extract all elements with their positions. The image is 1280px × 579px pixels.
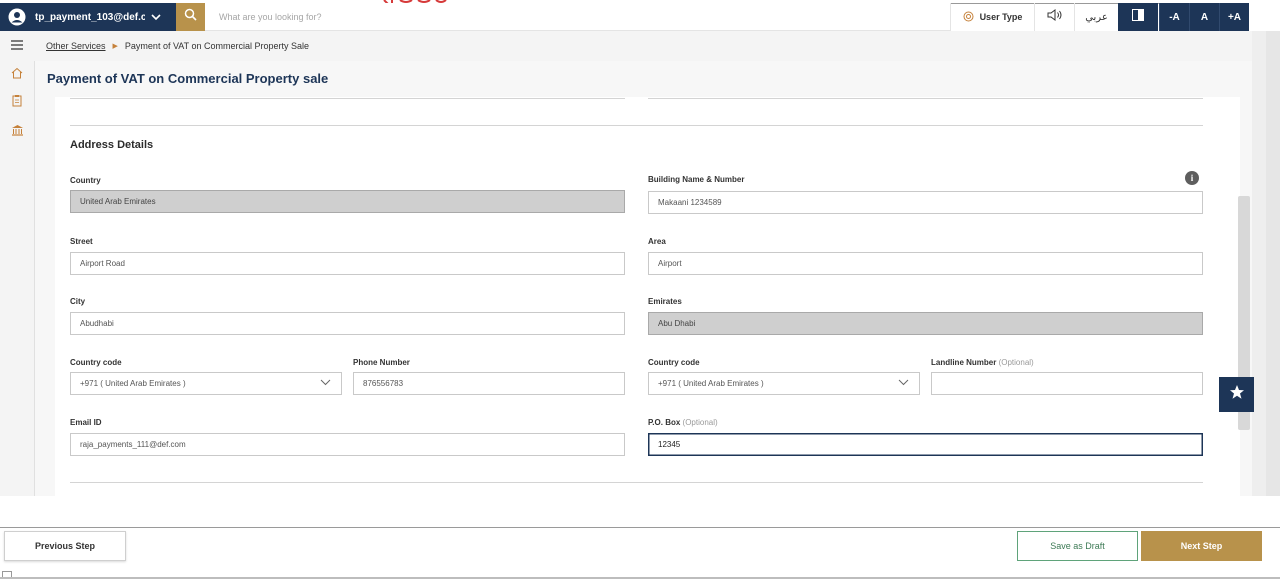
- emirates-field: Abu Dhabi: [648, 312, 1203, 335]
- breadcrumb-other-services[interactable]: Other Services: [46, 41, 106, 51]
- pobox-label: P.O. Box (Optional): [648, 418, 718, 427]
- divider: [70, 98, 625, 99]
- street-label: Street: [70, 237, 93, 246]
- sidebar: [0, 61, 35, 496]
- optional-tag: (Optional): [682, 418, 718, 427]
- country-code-label: Country code: [648, 358, 700, 367]
- star-icon: [1229, 384, 1245, 405]
- country-code-label: Country code: [70, 358, 122, 367]
- city-field[interactable]: Abudhabi: [70, 312, 625, 335]
- user-name: tp_payment_103@def.c...: [35, 11, 145, 23]
- emirates-label: Emirates: [648, 297, 682, 306]
- search-icon: [184, 8, 197, 26]
- font-increase-button[interactable]: +A: [1219, 3, 1249, 31]
- breadcrumb-bar: Other Services ▶ Payment of VAT on Comme…: [0, 31, 1252, 61]
- sidebar-item-services[interactable]: [9, 95, 25, 111]
- country-code-value: +971 ( United Arab Emirates ): [658, 379, 764, 388]
- search-button[interactable]: [176, 3, 205, 31]
- clipboard-icon: [11, 94, 23, 112]
- pobox-field[interactable]: 12345: [648, 433, 1203, 456]
- divider: [70, 482, 1203, 483]
- speaker-button[interactable]: [1034, 3, 1074, 31]
- area-field[interactable]: Airport: [648, 252, 1203, 275]
- home-icon: [11, 66, 23, 84]
- country-field: United Arab Emirates: [70, 190, 625, 213]
- footer-divider: [0, 527, 1280, 528]
- breadcrumb-current: Payment of VAT on Commercial Property Sa…: [124, 41, 309, 51]
- breadcrumb: Other Services ▶ Payment of VAT on Comme…: [46, 31, 309, 61]
- building-field[interactable]: Makaani 1234589: [648, 191, 1203, 214]
- landline-country-code-select[interactable]: +971 ( United Arab Emirates ): [648, 372, 920, 395]
- user-type-button[interactable]: User Type: [950, 3, 1034, 31]
- next-step-button[interactable]: Next Step: [1141, 531, 1262, 561]
- section-title: Address Details: [70, 139, 154, 151]
- landline-label-text: Landline Number: [931, 358, 997, 367]
- menu-icon: [11, 37, 23, 55]
- breadcrumb-separator-icon: ▶: [112, 43, 118, 50]
- chevron-down-icon: [898, 379, 909, 388]
- search-input[interactable]: [205, 3, 950, 31]
- landline-label: Landline Number (Optional): [931, 358, 1034, 367]
- chevron-down-icon: [151, 13, 161, 21]
- country-code-select[interactable]: +971 ( United Arab Emirates ): [70, 372, 342, 395]
- sidebar-item-home[interactable]: [9, 67, 25, 83]
- speaker-icon: [1047, 8, 1063, 26]
- info-icon[interactable]: i: [1185, 171, 1199, 185]
- email-label: Email ID: [70, 418, 102, 427]
- area-label: Area: [648, 237, 666, 246]
- language-toggle[interactable]: عربي: [1074, 3, 1118, 31]
- contrast-icon: [1132, 8, 1144, 26]
- bank-icon: [11, 123, 24, 141]
- font-decrease-button[interactable]: -A: [1159, 3, 1189, 31]
- divider: [70, 125, 1203, 126]
- optional-tag: (Optional): [998, 358, 1034, 367]
- chevron-down-icon: [320, 379, 331, 388]
- building-label: Building Name & Number: [648, 175, 745, 184]
- gear-icon: [963, 11, 974, 24]
- app-window: tp_payment_103@def.c... User Type عربي: [0, 0, 1280, 579]
- menu-toggle[interactable]: [0, 31, 34, 61]
- user-menu[interactable]: tp_payment_103@def.c...: [0, 3, 176, 31]
- page-title: Payment of VAT on Commercial Property sa…: [47, 71, 329, 86]
- street-field[interactable]: Airport Road: [70, 252, 625, 275]
- save-draft-button[interactable]: Save as Draft: [1017, 531, 1138, 561]
- user-type-label: User Type: [979, 12, 1023, 22]
- country-code-value: +971 ( United Arab Emirates ): [80, 379, 186, 388]
- top-bar: tp_payment_103@def.c... User Type عربي: [0, 0, 1280, 32]
- favorite-button[interactable]: [1219, 377, 1254, 412]
- contrast-button[interactable]: [1118, 3, 1158, 31]
- phone-label: Phone Number: [353, 358, 410, 367]
- sidebar-item-payments[interactable]: [9, 124, 25, 140]
- phone-field[interactable]: 876556783: [353, 372, 625, 395]
- city-label: City: [70, 297, 86, 306]
- email-field[interactable]: raja_payments_111@def.com: [70, 433, 625, 456]
- country-label: Country: [70, 176, 101, 185]
- user-icon: [7, 7, 27, 27]
- previous-step-button[interactable]: Previous Step: [4, 531, 126, 561]
- divider: [648, 98, 1203, 99]
- font-normal-button[interactable]: A: [1189, 3, 1219, 31]
- landline-field[interactable]: [931, 372, 1203, 395]
- pobox-label-text: P.O. Box: [648, 418, 681, 427]
